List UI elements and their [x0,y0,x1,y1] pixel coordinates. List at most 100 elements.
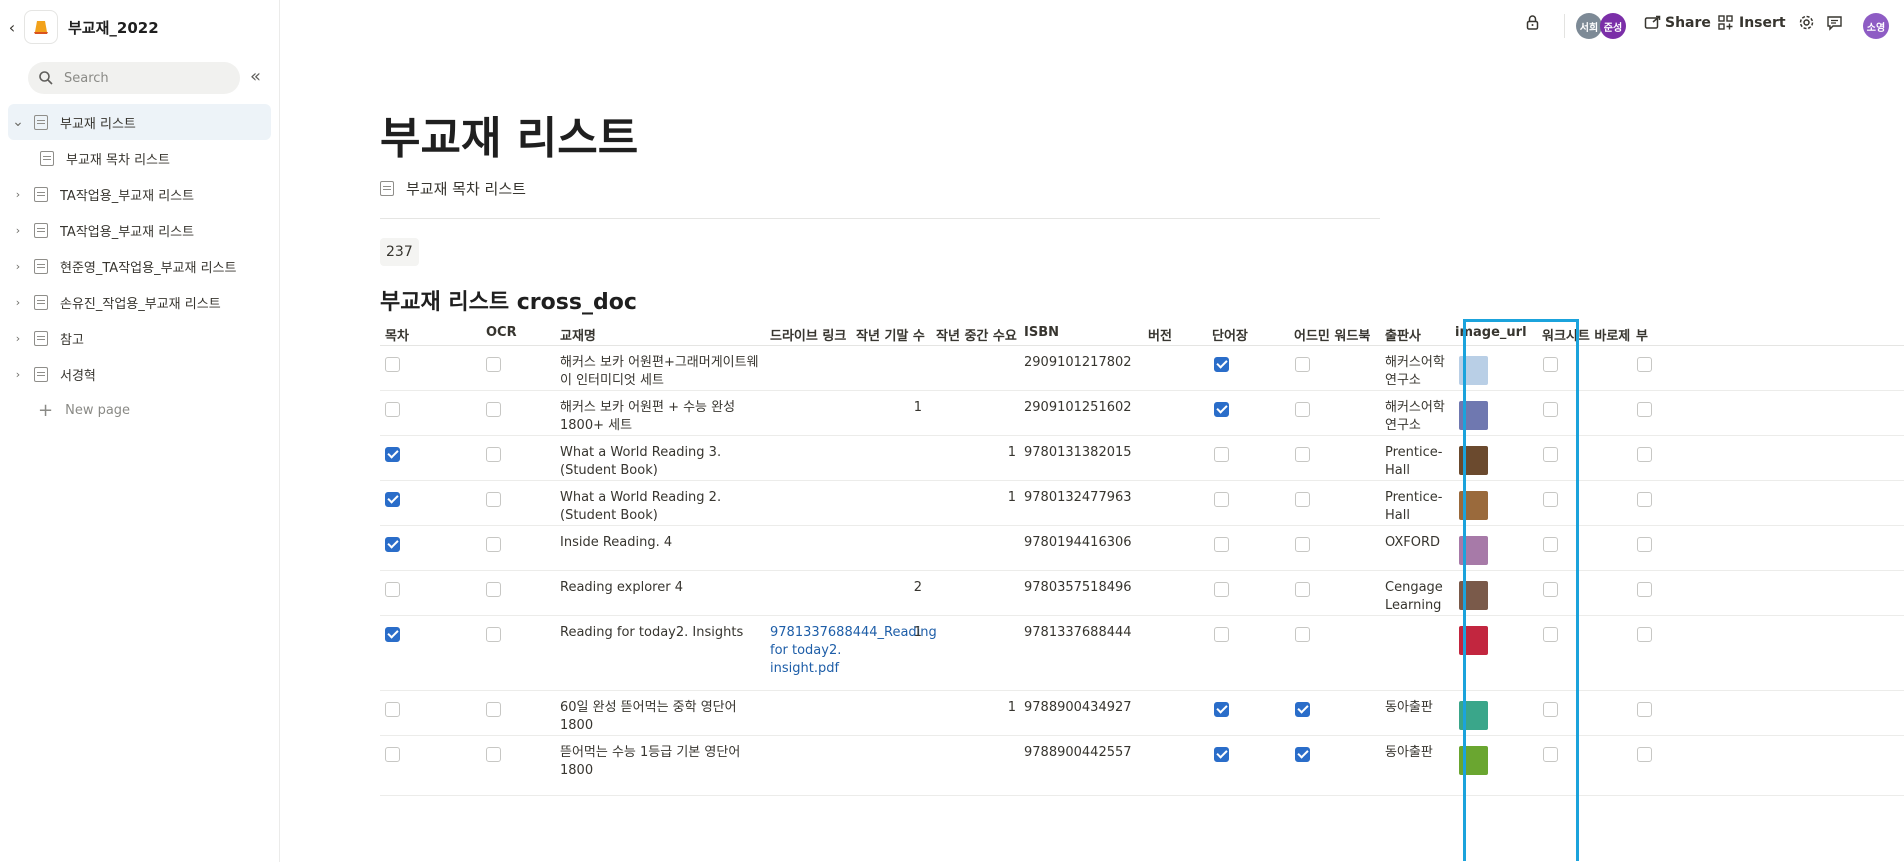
table-row[interactable]: Reading explorer 4 2 9780357518496 Cengage … [380,571,1904,616]
checkbox[interactable] [1214,582,1229,597]
search-input[interactable] [64,70,224,86]
column-header[interactable]: 작년 기말 수 [856,325,925,344]
book-cover-thumbnail[interactable] [1459,401,1488,430]
new-page-button[interactable]: + New page [8,392,271,428]
sidebar-item[interactable]: › TA작업용_부교재 리스트 [8,212,271,248]
checkbox[interactable] [385,447,400,462]
book-cover-thumbnail[interactable] [1459,581,1488,610]
checkbox[interactable] [1295,492,1310,507]
checkbox[interactable] [1214,702,1229,717]
checkbox[interactable] [486,627,501,642]
table-row[interactable]: What a World Reading 3. (Student Book) 1 9… [380,436,1904,481]
checkbox[interactable] [1637,747,1652,762]
checkbox[interactable] [1214,402,1229,417]
checkbox[interactable] [385,492,400,507]
table-row[interactable]: What a World Reading 2. (Student Book) 1 9… [380,481,1904,526]
column-header[interactable]: 워크시트 바로제 [1542,325,1630,344]
checkbox[interactable] [1295,582,1310,597]
chevron-right-icon[interactable]: › [8,368,28,381]
lock-icon[interactable] [1524,14,1541,31]
chevron-right-icon[interactable]: › [8,296,28,309]
checkbox[interactable] [1214,537,1229,552]
chevron-right-icon[interactable]: › [8,260,28,273]
checkbox[interactable] [486,402,501,417]
checkbox[interactable] [1637,402,1652,417]
settings-gear-icon[interactable] [1798,14,1815,31]
checkbox[interactable] [486,537,501,552]
checkbox[interactable] [1214,747,1229,762]
book-cover-thumbnail[interactable] [1459,746,1488,775]
table-row[interactable]: 해커스 보카 어원편 + 수능 완성 1800+ 세트 1 290910125160… [380,391,1904,436]
checkbox[interactable] [1637,702,1652,717]
table-row[interactable]: 60일 완성 뜯어먹는 중학 영단어 1800 1 9788900434927 동아출… [380,691,1904,736]
checkbox[interactable] [1543,747,1558,762]
collaborator-avatars[interactable]: 서희 준성 [1576,13,1626,39]
table-row[interactable]: Inside Reading. 4 9780194416306 OXFORD [380,526,1904,571]
checkbox[interactable] [1543,702,1558,717]
book-cover-thumbnail[interactable] [1459,536,1488,565]
checkbox[interactable] [1543,492,1558,507]
checkbox[interactable] [1637,492,1652,507]
checkbox[interactable] [385,627,400,642]
checkbox[interactable] [1295,627,1310,642]
column-header[interactable]: 목차 [385,325,409,344]
checkbox[interactable] [385,537,400,552]
avatar[interactable]: 서희 [1576,13,1602,39]
collapse-sidebar-icon[interactable]: « [250,68,261,86]
sidebar-item[interactable]: › 참고 [8,320,271,356]
chevron-right-icon[interactable]: › [8,188,28,201]
checkbox[interactable] [1214,492,1229,507]
book-cover-thumbnail[interactable] [1459,356,1488,385]
book-cover-thumbnail[interactable] [1459,491,1488,520]
checkbox[interactable] [1637,537,1652,552]
column-header[interactable]: 버전 [1148,325,1172,344]
checkbox[interactable] [1543,402,1558,417]
back-chevron-icon[interactable]: ‹ [2,18,22,37]
checkbox[interactable] [1295,402,1310,417]
checkbox[interactable] [1214,357,1229,372]
chevron-down-icon[interactable]: ⌄ [8,114,28,130]
column-header[interactable]: 드라이브 링크 [770,325,846,344]
sidebar-item[interactable]: 부교재 목차 리스트 [8,140,271,176]
checkbox[interactable] [486,702,501,717]
insert-button[interactable]: Insert [1717,14,1786,31]
checkbox[interactable] [1543,357,1558,372]
column-header[interactable]: image_url [1455,325,1527,340]
sidebar-item[interactable]: ⌄ 부교재 리스트 [8,104,271,140]
checkbox[interactable] [385,702,400,717]
sidebar-item[interactable]: › 서경혁 [8,356,271,392]
checkbox[interactable] [1543,627,1558,642]
avatar[interactable]: 준성 [1600,13,1626,39]
column-header[interactable]: 교재명 [560,325,596,344]
checkbox[interactable] [1295,537,1310,552]
checkbox[interactable] [1543,537,1558,552]
book-cover-thumbnail[interactable] [1459,446,1488,475]
checkbox[interactable] [486,747,501,762]
chevron-right-icon[interactable]: › [8,332,28,345]
sidebar-item[interactable]: › TA작업용_부교재 리스트 [8,176,271,212]
checkbox[interactable] [1637,357,1652,372]
table-row[interactable]: Reading for today2. Insights 978133768844… [380,616,1904,691]
book-cover-thumbnail[interactable] [1459,626,1488,655]
checkbox[interactable] [385,357,400,372]
user-avatar[interactable]: 소영 [1863,13,1889,39]
workspace-header[interactable]: ‹ 부교재_2022 [0,8,280,46]
sidebar-item[interactable]: › 현준영_TA작업용_부교재 리스트 [8,248,271,284]
checkbox[interactable] [1637,627,1652,642]
book-cover-thumbnail[interactable] [1459,701,1488,730]
checkbox[interactable] [1637,447,1652,462]
sidebar-item[interactable]: › 손유진_작업용_부교재 리스트 [8,284,271,320]
checkbox[interactable] [1295,747,1310,762]
checkbox[interactable] [1295,702,1310,717]
checkbox[interactable] [486,447,501,462]
column-header[interactable]: 작년 중간 수요 [936,325,1017,344]
checkbox[interactable] [1214,627,1229,642]
column-header[interactable]: 어드민 워드북 [1294,325,1370,344]
table-row[interactable]: 해커스 보카 어원편+그래머게이트웨이 인터미디엇 세트 290910121780… [380,346,1904,391]
table-row[interactable]: 뜯어먹는 수능 1등급 기본 영단어 1800 9788900442557 동아출판 [380,736,1904,796]
share-button[interactable]: Share [1644,14,1711,31]
checkbox[interactable] [1543,447,1558,462]
checkbox[interactable] [486,357,501,372]
checkbox[interactable] [486,582,501,597]
checkbox[interactable] [385,582,400,597]
